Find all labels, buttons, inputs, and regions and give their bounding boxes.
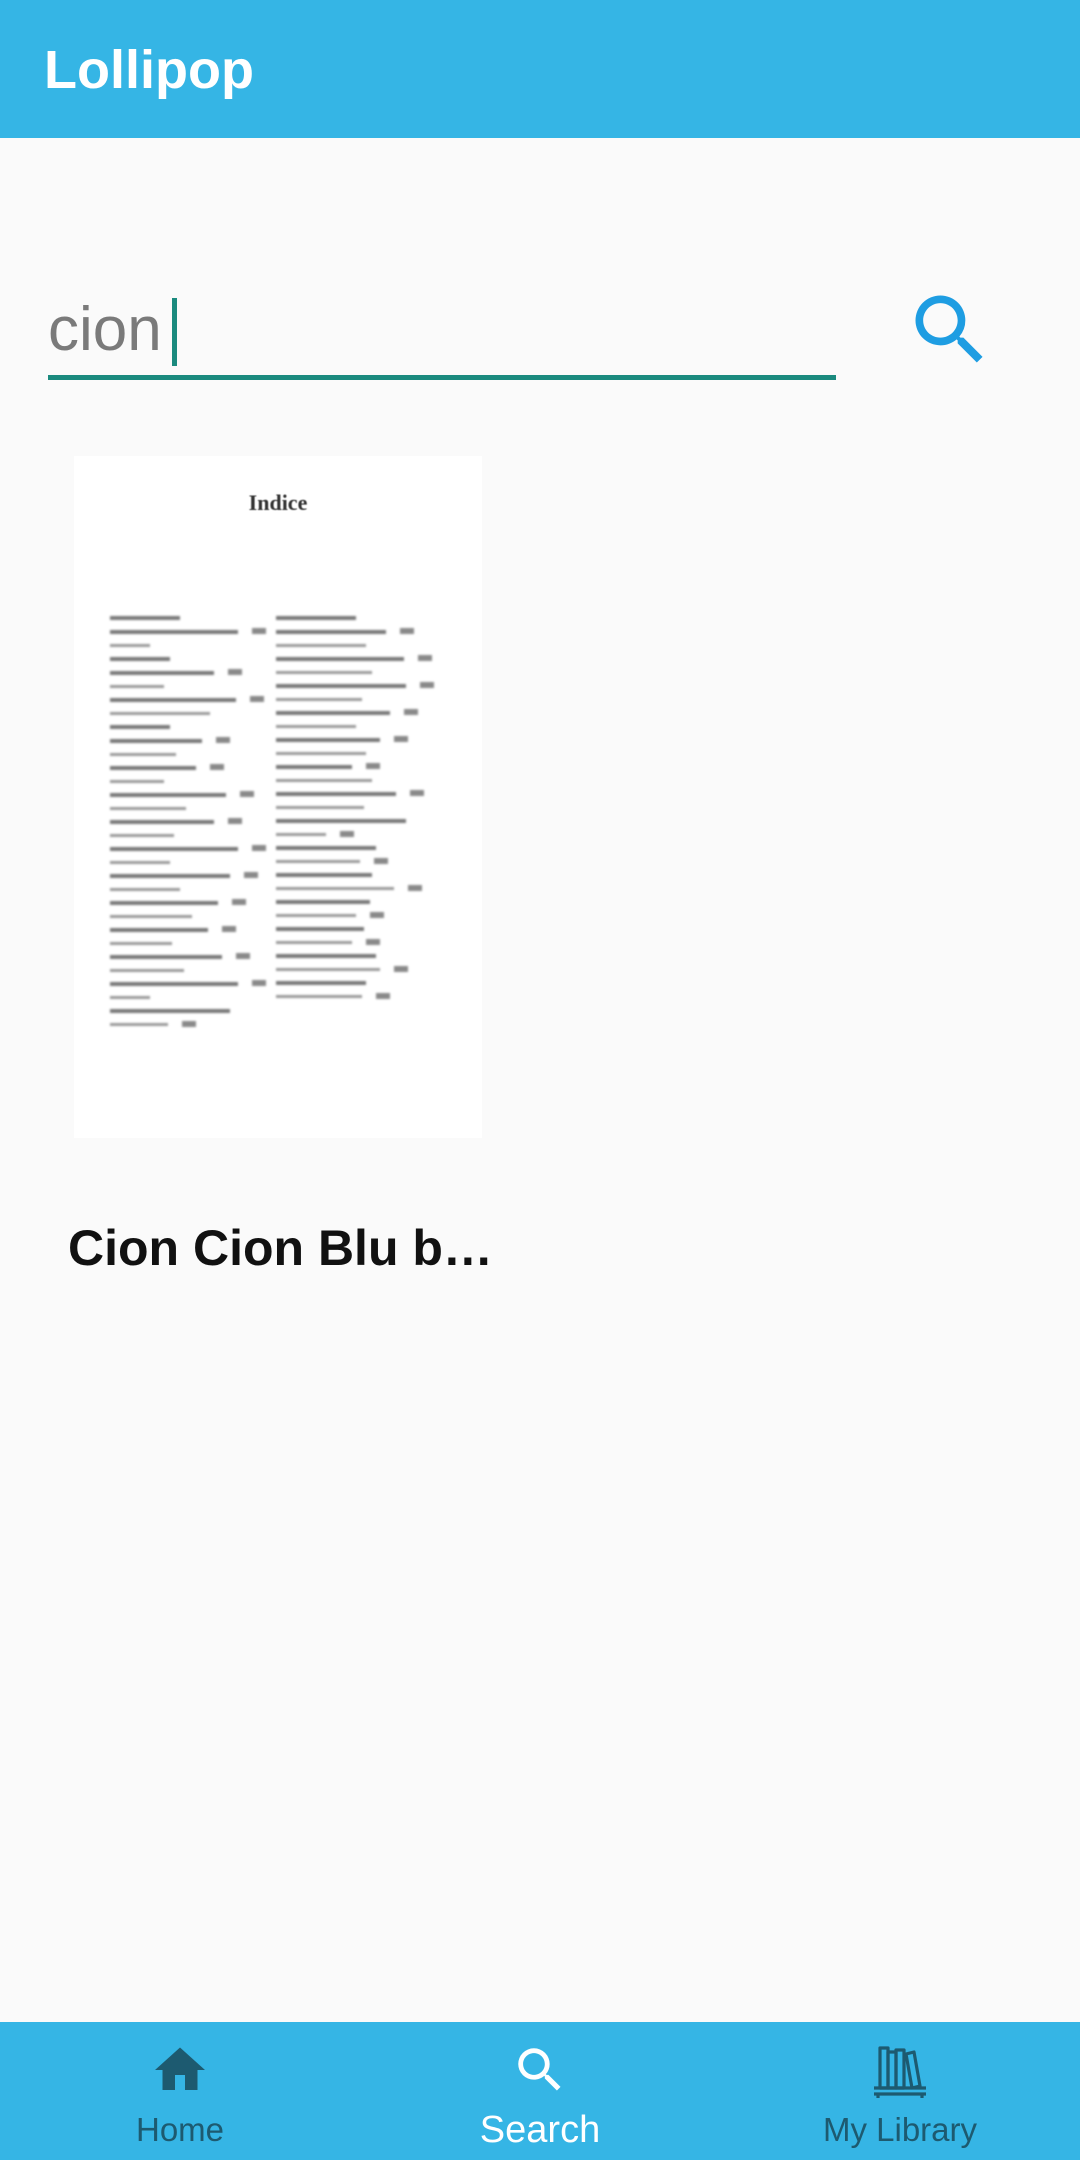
top-app-bar: Lollipop	[0, 0, 1080, 138]
library-shelf-icon	[868, 2038, 932, 2102]
search-field[interactable]	[48, 290, 836, 380]
result-title[interactable]: Cion Cion Blu b…	[68, 1218, 508, 1278]
nav-home-label: Home	[135, 2111, 225, 2148]
nav-my-library[interactable]: My Library	[720, 2022, 1080, 2160]
search-icon	[915, 295, 983, 363]
text-cursor	[172, 298, 177, 366]
search-icon	[508, 2038, 572, 2102]
search-input[interactable]	[48, 290, 828, 370]
cover-index-left-column	[110, 616, 266, 1036]
cover-heading: Indice	[248, 490, 308, 515]
app-title: Lollipop	[44, 40, 254, 100]
nav-my-library-label: My Library	[822, 2111, 978, 2148]
home-icon	[148, 2038, 212, 2102]
nav-search[interactable]: Search	[360, 2022, 720, 2160]
cover-index-right-column	[276, 616, 434, 1008]
nav-search-label: Search	[479, 2109, 601, 2151]
nav-home[interactable]: Home	[0, 2022, 360, 2160]
app-root: Lollipop Indice	[0, 0, 1080, 2160]
search-result-card[interactable]: Indice Cion Cion Blu b…	[68, 456, 493, 1296]
search-button[interactable]	[900, 280, 1000, 380]
bottom-navigation: Home Search My Library	[0, 2022, 1080, 2160]
book-cover-thumbnail: Indice	[74, 456, 482, 1138]
